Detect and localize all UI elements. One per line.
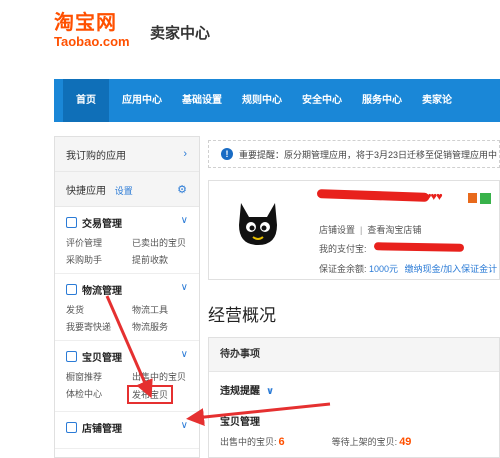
deposit-label: 保证金余额: <box>319 264 367 274</box>
quick-apps-label: 快捷应用 <box>66 185 106 197</box>
sidebar-link-window-recommend[interactable]: 橱窗推荐 <box>66 370 132 383</box>
nav-item-rules-center[interactable]: 规则中心 <box>232 79 292 122</box>
sidebar-link-checkup-center[interactable]: 体检中心 <box>66 387 132 404</box>
shop-management-label: 店铺管理 <box>82 424 122 435</box>
quick-apps-settings-link[interactable]: 设置 <box>115 186 133 196</box>
sidebar-link-review[interactable]: 评价管理 <box>66 236 132 249</box>
sidebar-link-publish-item[interactable]: 发布宝贝 <box>127 385 174 404</box>
overview-title: 经营概况 <box>208 306 276 325</box>
avatar[interactable] <box>235 199 281 251</box>
important-notice: ! 重要提醒：原分期管理应用，将于3月23日迁移至促销管理应用中 <box>208 140 500 168</box>
view-shop-link[interactable]: 查看淘宝店铺 <box>367 225 421 235</box>
todo-panel: 待办事项 违规提醒 ∨ 宝贝管理 出售中的宝贝: 6 等待上架的宝贝: 49 <box>208 337 500 458</box>
chevron-down-icon[interactable]: ∨ <box>181 215 188 226</box>
page-title: 卖家中心 <box>150 25 211 42</box>
nav-item-seller-forum[interactable]: 卖家论 <box>412 79 462 122</box>
chevron-down-icon: ∨ <box>266 386 275 397</box>
chevron-down-icon[interactable]: ∨ <box>181 420 188 431</box>
exclamation-icon: ! <box>221 148 233 160</box>
sidebar-group-items: 宝贝管理 ∨ 橱窗推荐 出售中的宝贝 体检中心 发布宝贝 <box>55 341 199 412</box>
nav-item-home[interactable]: 首页 <box>63 79 109 122</box>
sidebar-subscribed-label: 我订购的应用 <box>66 150 126 162</box>
credit-hearts-icon: ♥♥♥ <box>425 191 443 203</box>
sidebar-link-logistics-service[interactable]: 物流服务 <box>132 320 198 333</box>
truck-icon <box>66 284 77 295</box>
shirt-icon <box>66 351 77 362</box>
trade-icon <box>66 217 77 228</box>
sidebar-link-early-payment[interactable]: 提前收款 <box>132 253 198 266</box>
nav-item-security-center[interactable]: 安全中心 <box>292 79 352 122</box>
sidebar-link-logistics-tools[interactable]: 物流工具 <box>132 303 198 316</box>
gear-icon[interactable]: ⚙ <box>177 183 187 196</box>
pending-count[interactable]: 49 <box>399 436 411 448</box>
sidebar-group-shop: 店铺管理 ∨ <box>55 412 199 449</box>
todo-item-management-title: 宝贝管理 <box>220 417 260 428</box>
pay-deposit-link[interactable]: 缴纳现金/加入保证金计 <box>405 264 498 274</box>
main-nav: 首页 应用中心 基础设置 规则中心 安全中心 服务中心 卖家论 <box>54 79 500 122</box>
consumer-protection-badge-icon <box>480 193 491 204</box>
chevron-right-icon: › <box>183 148 187 160</box>
trade-management-label: 交易管理 <box>82 219 122 230</box>
item-management-label: 宝贝管理 <box>82 353 122 364</box>
nav-item-app-center[interactable]: 应用中心 <box>112 79 172 122</box>
taobao-logo[interactable]: 淘宝网 Taobao.com <box>54 12 130 49</box>
shop-settings-link[interactable]: 店铺设置 <box>319 225 355 235</box>
sidebar-subscribed-apps[interactable]: 我订购的应用 › <box>55 137 199 172</box>
sidebar-link-ship[interactable]: 发货 <box>66 303 132 316</box>
chevron-down-icon[interactable]: ∨ <box>181 349 188 360</box>
sidebar-link-send-express[interactable]: 我要寄快递 <box>66 320 132 333</box>
sidebar-group-title[interactable]: 物流管理 <box>66 282 189 297</box>
sidebar-quick-apps: 快捷应用 设置 ⚙ <box>55 172 199 207</box>
redacted-shop-name <box>316 189 430 202</box>
shop-profile-card: ♥♥♥ 店铺设置 | 查看淘宝店铺 我的支付宝: 保证金余额: 1000元 缴纳现金… <box>208 180 500 280</box>
certification-badge-icon <box>468 193 477 203</box>
sidebar-group-title[interactable]: 宝贝管理 <box>66 349 189 364</box>
on-sale-count[interactable]: 6 <box>279 436 285 448</box>
sidebar-link-sold-items[interactable]: 已卖出的宝贝 <box>132 236 198 249</box>
logo-english: Taobao.com <box>54 34 130 49</box>
sidebar-link-items-on-sale[interactable]: 出售中的宝贝 <box>132 370 198 383</box>
pending-label: 等待上架的宝贝: <box>331 437 398 447</box>
notice-text: 重要提醒：原分期管理应用，将于3月23日迁移至促销管理应用中 <box>239 149 498 160</box>
logo-chinese: 淘宝网 <box>54 12 117 34</box>
sidebar-group-logistics: 物流管理 ∨ 发货 物流工具 我要寄快递 物流服务 <box>55 274 199 341</box>
shop-icon <box>66 422 77 433</box>
violation-alert-dropdown[interactable]: 违规提醒 ∨ <box>220 382 274 397</box>
violation-label: 违规提醒 <box>220 386 260 397</box>
todo-item-stats: 出售中的宝贝: 6 等待上架的宝贝: 49 <box>220 435 411 448</box>
logistics-management-label: 物流管理 <box>82 286 122 297</box>
sidebar: 我订购的应用 › 快捷应用 设置 ⚙ 交易管理 ∨ 评价管理 已卖出的宝贝 采购… <box>54 136 200 458</box>
chevron-down-icon[interactable]: ∨ <box>181 282 188 293</box>
todo-title: 待办事项 <box>209 338 499 372</box>
nav-item-basic-settings[interactable]: 基础设置 <box>172 79 232 122</box>
sidebar-link-purchase-assistant[interactable]: 采购助手 <box>66 253 132 266</box>
sidebar-group-trade: 交易管理 ∨ 评价管理 已卖出的宝贝 采购助手 提前收款 <box>55 207 199 274</box>
alipay-label: 我的支付宝: <box>319 244 367 254</box>
on-sale-label: 出售中的宝贝: <box>220 437 277 447</box>
sidebar-group-title[interactable]: 店铺管理 <box>66 420 189 435</box>
nav-item-service-center[interactable]: 服务中心 <box>352 79 412 122</box>
sidebar-group-title[interactable]: 交易管理 <box>66 215 189 230</box>
redacted-alipay-account <box>373 242 465 252</box>
deposit-amount[interactable]: 1000元 <box>369 264 398 274</box>
